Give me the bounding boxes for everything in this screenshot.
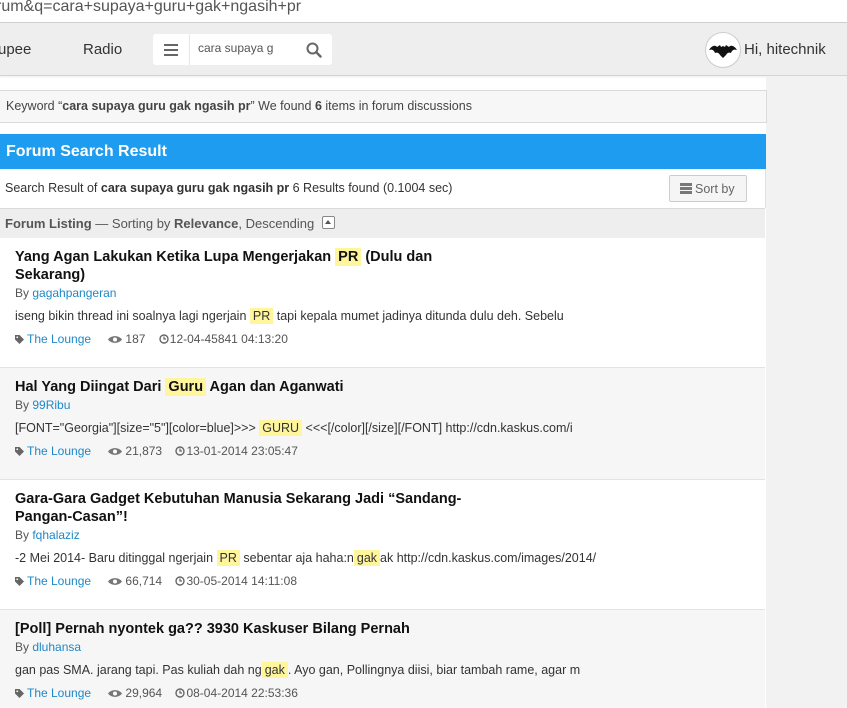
result-author-line: By fqhalaziz bbox=[15, 528, 80, 542]
author-link[interactable]: fqhalaziz bbox=[32, 528, 79, 542]
result-author-line: By 99Ribu bbox=[15, 398, 71, 412]
post-date: 12-04-45841 04:13:20 bbox=[169, 332, 288, 346]
clock-icon bbox=[175, 688, 186, 698]
result-meta: The Lounge 187 12-04-45841 04:13:20 bbox=[15, 332, 288, 346]
result-snippet: -2 Mei 2014- Baru ditinggal ngerjain PR … bbox=[15, 550, 597, 566]
clock-icon bbox=[175, 446, 186, 456]
forum-link[interactable]: The Lounge bbox=[27, 332, 91, 346]
result-snippet: iseng bikin thread ini soalnya lagi nger… bbox=[15, 308, 564, 324]
keyword-text: cara supaya guru gak ngasih pr bbox=[62, 99, 251, 113]
forum-link[interactable]: The Lounge bbox=[27, 444, 91, 458]
forum-listing-bar: Forum Listing — Sorting by Relevance, De… bbox=[0, 208, 765, 239]
post-date: 13-01-2014 23:05:47 bbox=[186, 444, 298, 458]
list-icon bbox=[680, 183, 692, 195]
eye-icon bbox=[108, 578, 123, 585]
hamburger-icon bbox=[164, 44, 178, 46]
listing-label: Forum Listing bbox=[5, 216, 92, 231]
result-meta: The Lounge 29,964 08-04-2014 22:53:36 bbox=[15, 686, 298, 700]
author-link[interactable]: gagahpangeran bbox=[32, 286, 116, 300]
search-box bbox=[190, 34, 332, 65]
keyword-prefix: Keyword “ bbox=[6, 99, 63, 113]
tag-icon bbox=[15, 577, 24, 586]
summary-suffix: 6 Results found (0.1004 sec) bbox=[289, 181, 453, 195]
top-navbar: upee Radio Hi, hitechnik bbox=[0, 23, 847, 76]
sorting-prefix: — Sorting by bbox=[91, 216, 175, 231]
search-icon[interactable] bbox=[306, 42, 322, 58]
clock-icon bbox=[175, 576, 186, 586]
tag-icon bbox=[15, 447, 24, 456]
eye-icon bbox=[108, 336, 123, 343]
result-meta: The Lounge 66,714 30-05-2014 14:11:08 bbox=[15, 574, 297, 588]
summary-query: cara supaya guru gak ngasih pr bbox=[100, 181, 290, 195]
user-greeting[interactable]: Hi, hitechnik bbox=[744, 41, 826, 58]
result-meta: The Lounge 21,873 13-01-2014 23:05:47 bbox=[15, 444, 298, 458]
result-title[interactable]: Yang Agan Lakukan Ketika Lupa Mengerjaka… bbox=[15, 248, 485, 284]
avatar[interactable] bbox=[705, 32, 741, 68]
result-snippet: gan pas SMA. jarang tapi. Pas kuliah dah… bbox=[15, 662, 581, 678]
author-link[interactable]: 99Ribu bbox=[32, 398, 70, 412]
collapse-icon[interactable] bbox=[322, 216, 336, 230]
sort-field: Relevance bbox=[174, 216, 239, 231]
result-item-2: Hal Yang Diingat Dari Guru Agan dan Agan… bbox=[0, 368, 765, 480]
address-bar[interactable]: rum&q=cara+supaya+guru+gak+ngasih+pr bbox=[0, 0, 847, 23]
post-date: 08-04-2014 22:53:36 bbox=[186, 686, 298, 700]
keyword-suffix: items in forum discussions bbox=[321, 99, 472, 113]
result-snippet: [FONT="Georgia"][size="5"][color=blue]>>… bbox=[15, 420, 573, 436]
eye-icon bbox=[108, 690, 123, 697]
result-count: 6 bbox=[314, 99, 322, 113]
forum-link[interactable]: The Lounge bbox=[27, 686, 91, 700]
hamburger-menu-button[interactable] bbox=[153, 34, 190, 65]
summary-prefix: Search Result of bbox=[5, 181, 101, 195]
batman-avatar-icon bbox=[709, 45, 737, 58]
eye-icon bbox=[108, 448, 123, 455]
nav-link-upee[interactable]: upee bbox=[0, 41, 31, 58]
result-title[interactable]: Hal Yang Diingat Dari Guru Agan dan Agan… bbox=[15, 378, 485, 396]
result-author-line: By gagahpangeran bbox=[15, 286, 117, 300]
author-link[interactable]: dluhansa bbox=[32, 640, 81, 654]
view-count: 187 bbox=[125, 332, 146, 346]
forum-link[interactable]: The Lounge bbox=[27, 574, 91, 588]
section-title: Forum Search Result bbox=[6, 143, 167, 160]
view-count: 29,964 bbox=[125, 686, 163, 700]
result-title[interactable]: Gara-Gara Gadget Kebutuhan Manusia Sekar… bbox=[15, 490, 485, 526]
result-author-line: By dluhansa bbox=[15, 640, 82, 654]
tag-icon bbox=[15, 335, 24, 344]
address-bar-url[interactable]: rum&q=cara+supaya+guru+gak+ngasih+pr bbox=[0, 0, 301, 16]
result-summary-bar: Search Result of cara supaya guru gak ng… bbox=[0, 169, 766, 208]
view-count: 66,714 bbox=[125, 574, 163, 588]
clock-icon bbox=[159, 334, 169, 344]
sort-by-label: Sort by bbox=[695, 182, 735, 196]
sort-order: , Descending bbox=[238, 216, 315, 231]
result-item-4: [Poll] Pernah nyontek ga?? 3930 Kaskuser… bbox=[0, 610, 765, 708]
nav-link-radio[interactable]: Radio bbox=[83, 41, 122, 58]
search-input[interactable] bbox=[198, 41, 278, 55]
post-date: 30-05-2014 14:11:08 bbox=[186, 574, 297, 588]
keyword-middle: ” We found bbox=[250, 99, 315, 113]
result-item-1: Yang Agan Lakukan Ketika Lupa Mengerjaka… bbox=[0, 238, 765, 368]
forum-search-result-header: Forum Search Result bbox=[0, 134, 766, 169]
tag-icon bbox=[15, 689, 24, 698]
result-title[interactable]: [Poll] Pernah nyontek ga?? 3930 Kaskuser… bbox=[15, 620, 485, 638]
sort-by-button[interactable]: Sort by bbox=[669, 175, 747, 202]
right-sidebar-area bbox=[766, 76, 847, 708]
result-item-3: Gara-Gara Gadget Kebutuhan Manusia Sekar… bbox=[0, 480, 765, 610]
view-count: 21,873 bbox=[125, 444, 163, 458]
keyword-notice: Keyword “cara supaya guru gak ngasih pr”… bbox=[0, 90, 767, 123]
